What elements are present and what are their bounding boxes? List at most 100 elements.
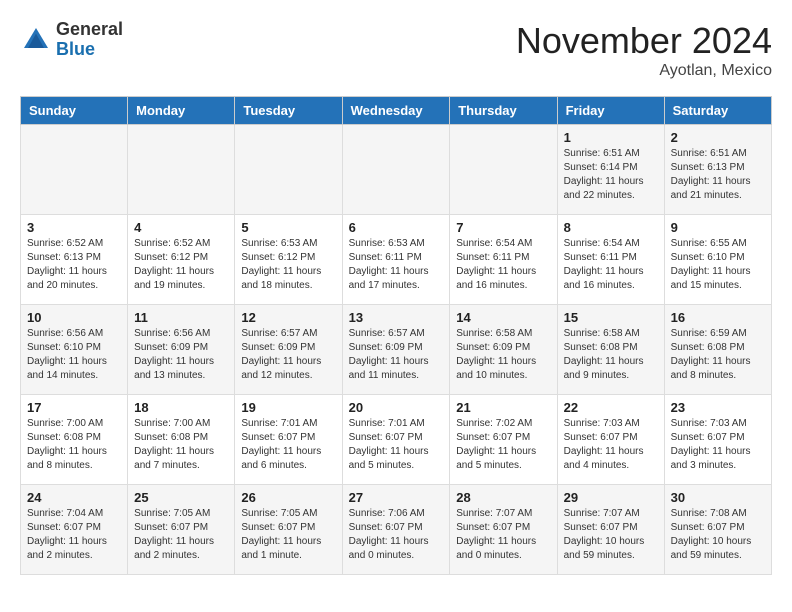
day-number: 17 [27, 400, 121, 415]
day-number: 15 [564, 310, 658, 325]
day-number: 10 [27, 310, 121, 325]
day-number: 6 [349, 220, 444, 235]
weekday-header-wednesday: Wednesday [342, 97, 450, 125]
day-number: 20 [349, 400, 444, 415]
logo-icon [20, 24, 52, 56]
calendar-cell: 5 Sunrise: 6:53 AM Sunset: 6:12 PM Daylig… [235, 215, 342, 305]
calendar-cell: 13Sunrise: 6:57 AM Sunset: 6:09 PM Dayli… [342, 305, 450, 395]
day-info: Sunrise: 6:59 AM Sunset: 6:08 PM Dayligh… [671, 327, 765, 383]
calendar-cell: 12 Sunrise: 6:57 AM Sunset: 6:09 PM Dayli… [235, 305, 342, 395]
day-info: Sunrise: 7:08 AM Sunset: 6:07 PM Dayligh… [671, 507, 765, 563]
day-info: Sunrise: 7:05 AM Sunset: 6:07 PM Dayligh… [134, 507, 228, 563]
day-number: 9 [671, 220, 765, 235]
title-block: November 2024 Ayotlan, Mexico [516, 20, 772, 80]
day-info: Sunrise: 6:58 AM Sunset: 6:09 PM Dayligh… [456, 327, 550, 383]
month-title: November 2024 [516, 20, 772, 62]
logo: General Blue [20, 20, 123, 60]
day-info: Sunrise: 7:01 AM Sunset: 6:07 PM Dayligh… [349, 417, 444, 473]
day-info: Sunrise: 6:53 AM Sunset: 6:12 PM Dayligh… [241, 237, 335, 293]
weekday-header-row: SundayMondayTuesdayWednesdayThursdayFrid… [21, 97, 772, 125]
week-row-2: 3 Sunrise: 6:52 AM Sunset: 6:13 PM Daylig… [21, 215, 772, 305]
day-info: Sunrise: 6:53 AM Sunset: 6:11 PM Dayligh… [349, 237, 444, 293]
day-info: Sunrise: 6:57 AM Sunset: 6:09 PM Dayligh… [241, 327, 335, 383]
day-number: 24 [27, 490, 121, 505]
calendar-cell: 3 Sunrise: 6:52 AM Sunset: 6:13 PM Daylig… [21, 215, 128, 305]
day-number: 2 [671, 130, 765, 145]
calendar-cell: 18Sunrise: 7:00 AM Sunset: 6:08 PM Dayli… [128, 395, 235, 485]
day-number: 3 [27, 220, 121, 235]
calendar-cell: 7 Sunrise: 6:54 AM Sunset: 6:11 PM Daylig… [450, 215, 557, 305]
day-info: Sunrise: 6:54 AM Sunset: 6:11 PM Dayligh… [456, 237, 550, 293]
day-number: 4 [134, 220, 228, 235]
day-number: 27 [349, 490, 444, 505]
calendar-cell: 27 Sunrise: 7:06 AM Sunset: 6:07 PM Dayli… [342, 485, 450, 575]
calendar-cell [342, 125, 450, 215]
week-row-5: 24 Sunrise: 7:04 AM Sunset: 6:07 PM Dayli… [21, 485, 772, 575]
day-info: Sunrise: 7:03 AM Sunset: 6:07 PM Dayligh… [671, 417, 765, 473]
calendar-cell: 10Sunrise: 6:56 AM Sunset: 6:10 PM Dayli… [21, 305, 128, 395]
calendar-cell: 14 Sunrise: 6:58 AM Sunset: 6:09 PM Dayli… [450, 305, 557, 395]
weekday-header-monday: Monday [128, 97, 235, 125]
calendar-cell: 25 Sunrise: 7:05 AM Sunset: 6:07 PM Dayli… [128, 485, 235, 575]
day-info: Sunrise: 6:52 AM Sunset: 6:13 PM Dayligh… [27, 237, 121, 293]
calendar-cell: 16 Sunrise: 6:59 AM Sunset: 6:08 PM Dayli… [664, 305, 771, 395]
weekday-header-saturday: Saturday [664, 97, 771, 125]
week-row-4: 17 Sunrise: 7:00 AM Sunset: 6:08 PM Dayli… [21, 395, 772, 485]
day-number: 26 [241, 490, 335, 505]
day-number: 19 [241, 400, 335, 415]
location: Ayotlan, Mexico [516, 62, 772, 80]
calendar-cell [21, 125, 128, 215]
logo-blue-text: Blue [56, 39, 95, 59]
day-number: 28 [456, 490, 550, 505]
calendar-cell: 8Sunrise: 6:54 AM Sunset: 6:11 PM Daylig… [557, 215, 664, 305]
week-row-1: 1 Sunrise: 6:51 AM Sunset: 6:14 PM Daylig… [21, 125, 772, 215]
day-info: Sunrise: 7:07 AM Sunset: 6:07 PM Dayligh… [456, 507, 550, 563]
day-number: 1 [564, 130, 658, 145]
day-number: 5 [241, 220, 335, 235]
calendar-cell: 1 Sunrise: 6:51 AM Sunset: 6:14 PM Daylig… [557, 125, 664, 215]
calendar-cell: 4 Sunrise: 6:52 AM Sunset: 6:12 PM Daylig… [128, 215, 235, 305]
day-info: Sunrise: 7:07 AM Sunset: 6:07 PM Dayligh… [564, 507, 658, 563]
day-info: Sunrise: 7:02 AM Sunset: 6:07 PM Dayligh… [456, 417, 550, 473]
day-info: Sunrise: 7:03 AM Sunset: 6:07 PM Dayligh… [564, 417, 658, 473]
day-number: 22 [564, 400, 658, 415]
day-info: Sunrise: 6:56 AM Sunset: 6:09 PM Dayligh… [134, 327, 228, 383]
calendar-cell: 19 Sunrise: 7:01 AM Sunset: 6:07 PM Dayli… [235, 395, 342, 485]
day-info: Sunrise: 7:01 AM Sunset: 6:07 PM Dayligh… [241, 417, 335, 473]
page-header: General Blue November 2024 Ayotlan, Mexi… [20, 20, 772, 80]
day-number: 8 [564, 220, 658, 235]
day-number: 12 [241, 310, 335, 325]
day-number: 13 [349, 310, 444, 325]
weekday-header-tuesday: Tuesday [235, 97, 342, 125]
day-number: 16 [671, 310, 765, 325]
weekday-header-friday: Friday [557, 97, 664, 125]
calendar-cell: 30 Sunrise: 7:08 AM Sunset: 6:07 PM Dayli… [664, 485, 771, 575]
day-info: Sunrise: 6:51 AM Sunset: 6:14 PM Dayligh… [564, 147, 658, 203]
calendar-cell: 21Sunrise: 7:02 AM Sunset: 6:07 PM Dayli… [450, 395, 557, 485]
day-number: 29 [564, 490, 658, 505]
calendar-cell: 15 Sunrise: 6:58 AM Sunset: 6:08 PM Dayli… [557, 305, 664, 395]
calendar-cell: 24 Sunrise: 7:04 AM Sunset: 6:07 PM Dayli… [21, 485, 128, 575]
day-number: 11 [134, 310, 228, 325]
calendar-cell: 2Sunrise: 6:51 AM Sunset: 6:13 PM Daylig… [664, 125, 771, 215]
calendar-cell: 17 Sunrise: 7:00 AM Sunset: 6:08 PM Dayli… [21, 395, 128, 485]
day-number: 7 [456, 220, 550, 235]
weekday-header-sunday: Sunday [21, 97, 128, 125]
day-number: 25 [134, 490, 228, 505]
day-info: Sunrise: 7:04 AM Sunset: 6:07 PM Dayligh… [27, 507, 121, 563]
calendar-cell [450, 125, 557, 215]
day-info: Sunrise: 6:58 AM Sunset: 6:08 PM Dayligh… [564, 327, 658, 383]
day-info: Sunrise: 7:00 AM Sunset: 6:08 PM Dayligh… [27, 417, 121, 473]
day-info: Sunrise: 6:52 AM Sunset: 6:12 PM Dayligh… [134, 237, 228, 293]
week-row-3: 10Sunrise: 6:56 AM Sunset: 6:10 PM Dayli… [21, 305, 772, 395]
day-number: 23 [671, 400, 765, 415]
calendar-table: SundayMondayTuesdayWednesdayThursdayFrid… [20, 96, 772, 575]
logo-general-text: General [56, 19, 123, 39]
day-info: Sunrise: 7:06 AM Sunset: 6:07 PM Dayligh… [349, 507, 444, 563]
calendar-cell: 23 Sunrise: 7:03 AM Sunset: 6:07 PM Dayli… [664, 395, 771, 485]
day-number: 14 [456, 310, 550, 325]
calendar-cell [128, 125, 235, 215]
calendar-cell: 26 Sunrise: 7:05 AM Sunset: 6:07 PM Dayli… [235, 485, 342, 575]
day-info: Sunrise: 7:05 AM Sunset: 6:07 PM Dayligh… [241, 507, 335, 563]
day-number: 30 [671, 490, 765, 505]
